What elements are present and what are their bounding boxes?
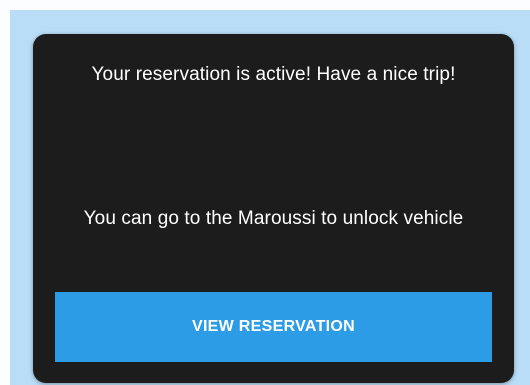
reservation-active-message: Your reservation is active! Have a nice … bbox=[91, 64, 456, 85]
view-reservation-button[interactable]: VIEW RESERVATION bbox=[55, 292, 492, 362]
reservation-active-dialog: Your reservation is active! Have a nice … bbox=[33, 34, 514, 383]
unlock-vehicle-instruction: You can go to the Maroussi to unlock veh… bbox=[83, 208, 464, 229]
